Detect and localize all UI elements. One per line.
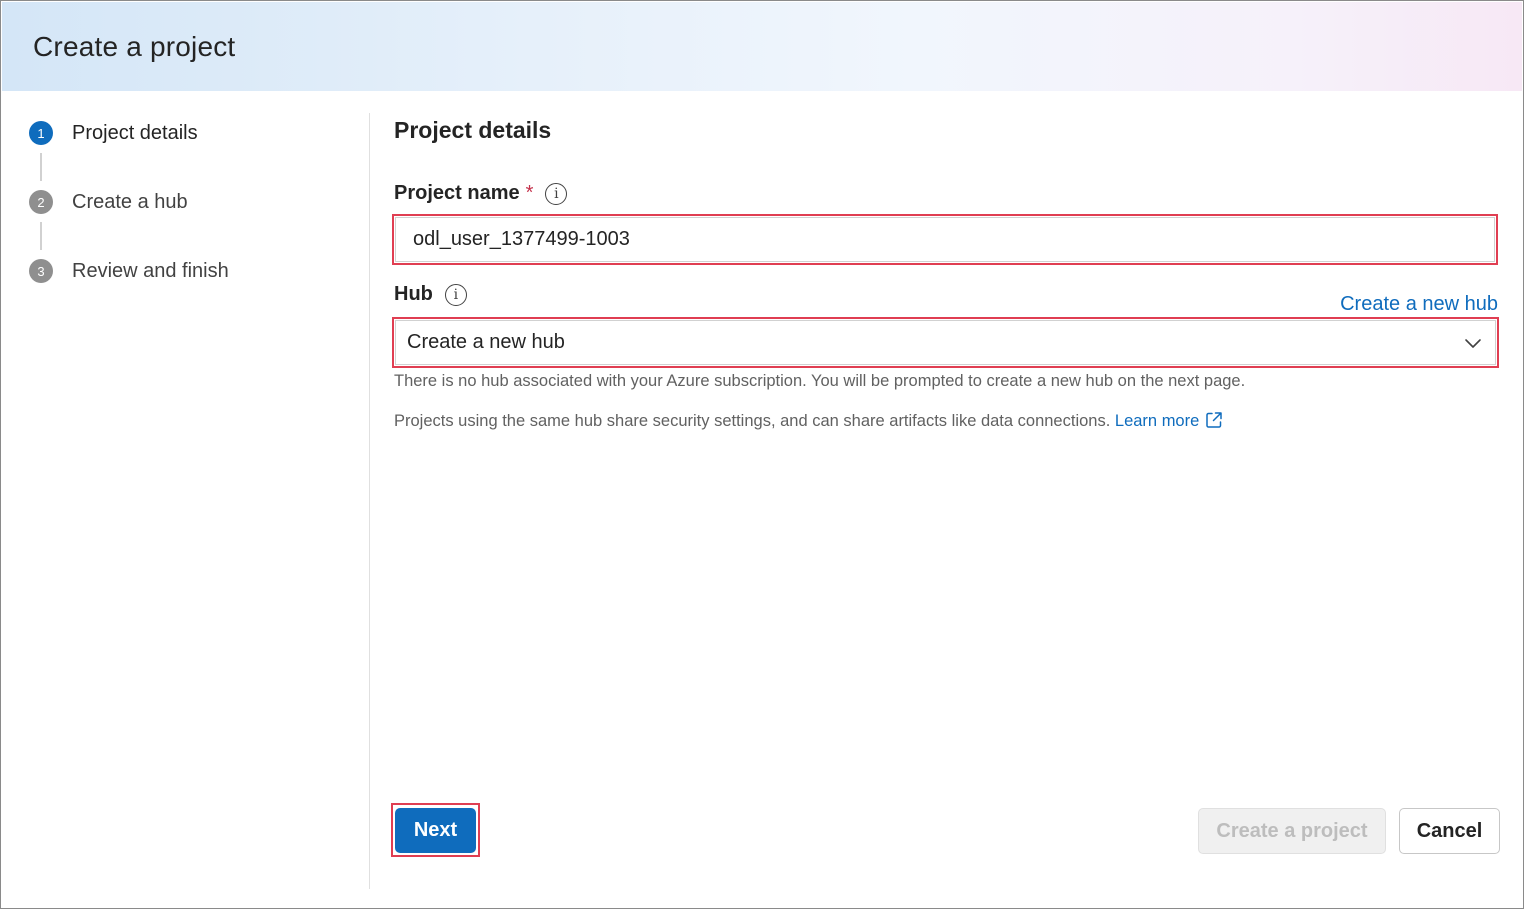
help-text: Projects using the same hub share securi… (394, 412, 1111, 430)
hub-select[interactable]: Create a new hub (395, 320, 1496, 365)
step-label: Review and finish (72, 259, 229, 282)
learn-more-label: Learn more (1114, 412, 1200, 430)
chevron-down-icon (1465, 339, 1481, 348)
external-link-icon (1206, 412, 1223, 428)
project-name-input[interactable] (395, 217, 1495, 262)
hub-select-value: Create a new hub (407, 331, 565, 353)
create-project-dialog: Create a project 1 Project details 2 Cre… (0, 0, 1524, 909)
hub-help-text: Projects using the same hub share securi… (394, 411, 1223, 431)
next-button[interactable]: Next (395, 808, 476, 853)
vertical-divider (369, 113, 370, 889)
create-new-hub-link[interactable]: Create a new hub (1340, 293, 1498, 316)
section-title: Project details (394, 117, 552, 143)
project-name-label: Project name * i (394, 182, 568, 205)
info-icon[interactable]: i (444, 283, 467, 306)
step-project-details[interactable]: 1 Project details (29, 119, 198, 147)
step-connector (40, 153, 42, 181)
step-connector (40, 222, 42, 250)
hub-label: Hub i (394, 283, 467, 306)
step-review-finish[interactable]: 3 Review and finish (29, 257, 229, 285)
step-number-2: 2 (29, 190, 53, 214)
project-name-label-text: Project name (394, 182, 520, 204)
hub-note: There is no hub associated with your Azu… (394, 372, 1246, 390)
step-label: Project details (72, 121, 198, 144)
step-label: Create a hub (72, 190, 188, 213)
step-number-1: 1 (29, 121, 53, 145)
step-number-3: 3 (29, 259, 53, 283)
create-project-button[interactable]: Create a project (1198, 808, 1386, 854)
required-asterisk: * (525, 182, 534, 204)
learn-more-link[interactable]: Learn more (1115, 412, 1223, 430)
dialog-header: Create a project (2, 2, 1522, 91)
info-icon[interactable]: i (545, 182, 568, 205)
cancel-button[interactable]: Cancel (1399, 808, 1500, 854)
hub-label-text: Hub (394, 283, 433, 305)
step-create-hub[interactable]: 2 Create a hub (29, 188, 188, 216)
dialog-title: Create a project (33, 31, 236, 62)
